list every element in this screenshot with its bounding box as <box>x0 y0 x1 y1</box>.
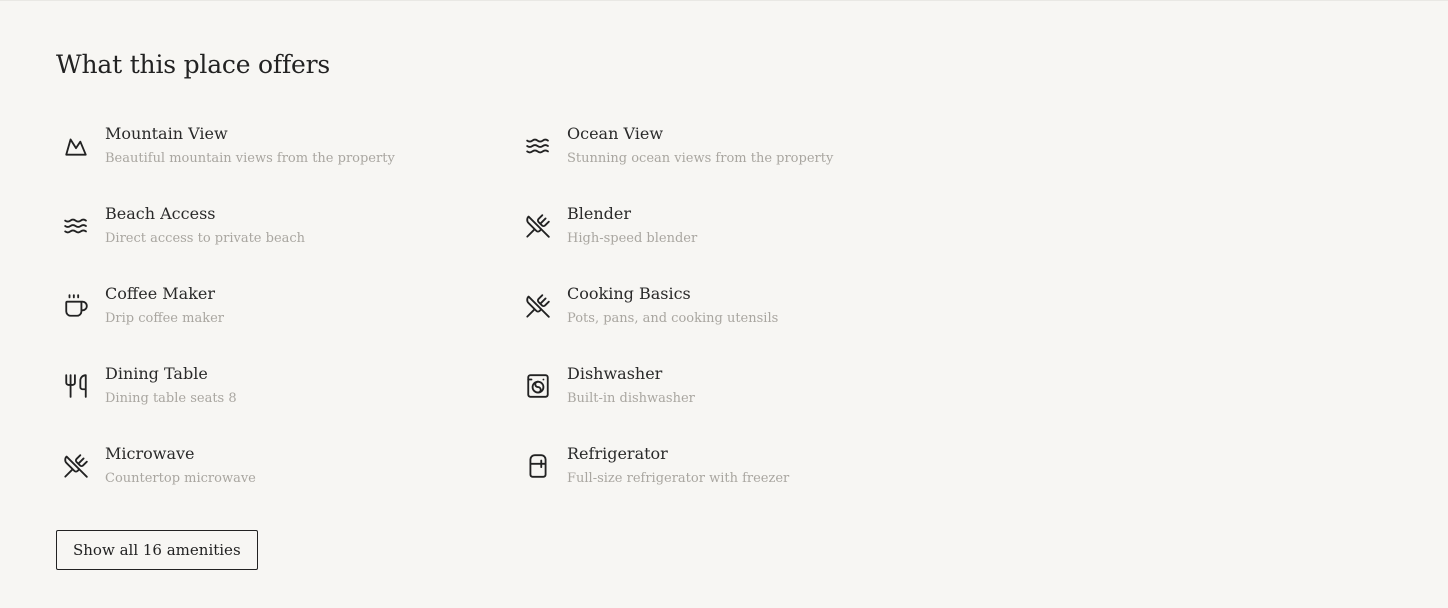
amenity-description: Dining table seats 8 <box>105 391 237 406</box>
utensils-crossed-icon <box>524 292 552 320</box>
amenities-grid: Mountain View Beautiful mountain views f… <box>56 120 976 520</box>
amenity-name: Mountain View <box>105 124 228 143</box>
amenity-name: Refrigerator <box>567 444 668 463</box>
amenity-description: Direct access to private beach <box>105 231 306 246</box>
amenity-name: Dining Table <box>105 364 208 383</box>
amenity-name: Blender <box>567 204 632 223</box>
utensils-crossed-icon <box>62 452 90 480</box>
amenity-description: High-speed blender <box>567 231 698 246</box>
refrigerator-icon <box>524 452 552 480</box>
amenity-description: Built-in dishwasher <box>567 391 695 406</box>
amenity-item-mountain-view: Mountain View Beautiful mountain views f… <box>56 120 518 200</box>
amenity-item-beach-access: Beach Access Direct access to private be… <box>56 200 518 280</box>
show-all-amenities-button[interactable]: Show all 16 amenities <box>56 530 258 570</box>
amenity-item-coffee-maker: Coffee Maker Drip coffee maker <box>56 280 518 360</box>
amenity-item-blender: Blender High-speed blender <box>518 200 976 280</box>
utensils-crossed-icon <box>524 212 552 240</box>
amenity-item-ocean-view: Ocean View Stunning ocean views from the… <box>518 120 976 200</box>
amenity-description: Pots, pans, and cooking utensils <box>567 311 779 326</box>
amenity-name: Ocean View <box>567 124 664 143</box>
amenity-name: Cooking Basics <box>567 284 691 303</box>
amenity-item-refrigerator: Refrigerator Full-size refrigerator with… <box>518 440 976 520</box>
amenity-item-cooking-basics: Cooking Basics Pots, pans, and cooking u… <box>518 280 976 360</box>
amenity-description: Countertop microwave <box>105 471 256 486</box>
amenity-name: Microwave <box>105 444 195 463</box>
amenity-name: Coffee Maker <box>105 284 215 303</box>
coffee-icon <box>62 292 90 320</box>
utensils-icon <box>62 372 90 400</box>
amenity-item-microwave: Microwave Countertop microwave <box>56 440 518 520</box>
amenities-section: What this place offers Mountain View Bea… <box>56 0 1396 608</box>
amenity-name: Beach Access <box>105 204 216 223</box>
amenity-description: Drip coffee maker <box>105 311 224 326</box>
waves-icon <box>62 212 90 240</box>
waves-icon <box>524 132 552 160</box>
amenity-description: Beautiful mountain views from the proper… <box>105 151 395 166</box>
amenity-name: Dishwasher <box>567 364 663 383</box>
amenity-description: Full-size refrigerator with freezer <box>567 471 790 486</box>
mountain-icon <box>62 132 90 160</box>
washing-machine-icon <box>524 372 552 400</box>
amenity-item-dishwasher: Dishwasher Built-in dishwasher <box>518 360 976 440</box>
amenity-item-dining-table: Dining Table Dining table seats 8 <box>56 360 518 440</box>
amenity-description: Stunning ocean views from the property <box>567 151 834 166</box>
section-title: What this place offers <box>56 50 330 79</box>
